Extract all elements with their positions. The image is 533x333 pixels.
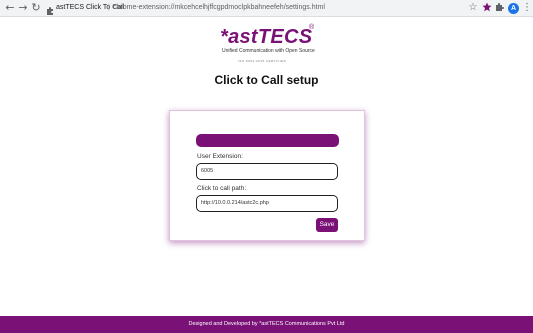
- extension-puzzle-icon: [46, 3, 55, 15]
- address-bar-url[interactable]: chrome-extension://mkcehcelhjffcgpdmoclp…: [113, 3, 325, 13]
- forward-arrow-icon[interactable]: →: [17, 2, 29, 14]
- logo-iso-certification: ISO 9001:2015 CERTIFIED: [238, 59, 287, 63]
- extension-input[interactable]: 6005: [196, 163, 338, 180]
- extension-icon[interactable]: [481, 2, 493, 14]
- reload-icon[interactable]: ↻: [30, 2, 42, 14]
- extensions-puzzle-icon[interactable]: [494, 2, 506, 14]
- back-arrow-icon[interactable]: ←: [4, 2, 16, 14]
- page-title: Click to Call setup: [214, 73, 319, 87]
- menu-kebab-icon[interactable]: ⋮: [521, 2, 533, 14]
- extension-label: User Extension:: [197, 153, 243, 160]
- registered-mark: ®: [309, 24, 315, 31]
- logo-wordmark: *astTECS: [220, 26, 313, 48]
- save-button[interactable]: Save: [316, 218, 338, 232]
- bookmark-star-icon[interactable]: ☆: [467, 2, 479, 14]
- address-separator: |: [108, 4, 110, 11]
- path-input[interactable]: http://10.0.0.214/astc2c.php: [196, 195, 338, 212]
- path-label: Click to call path:: [197, 185, 247, 192]
- settings-card: User Extension: 6005 Click to call path:…: [169, 110, 365, 241]
- logo-tagline: Unified Communication with Open Source: [222, 48, 315, 54]
- footer: Designed and Developed by *astTECS Commu…: [0, 316, 533, 333]
- brand-logo: *astTECS ® Unified Communication with Op…: [0, 24, 533, 66]
- profile-avatar[interactable]: A: [508, 3, 519, 14]
- browser-toolbar: ← → ↻ astTECS Click To Call | chrome-ext…: [0, 0, 533, 17]
- card-header-bar: [196, 134, 339, 147]
